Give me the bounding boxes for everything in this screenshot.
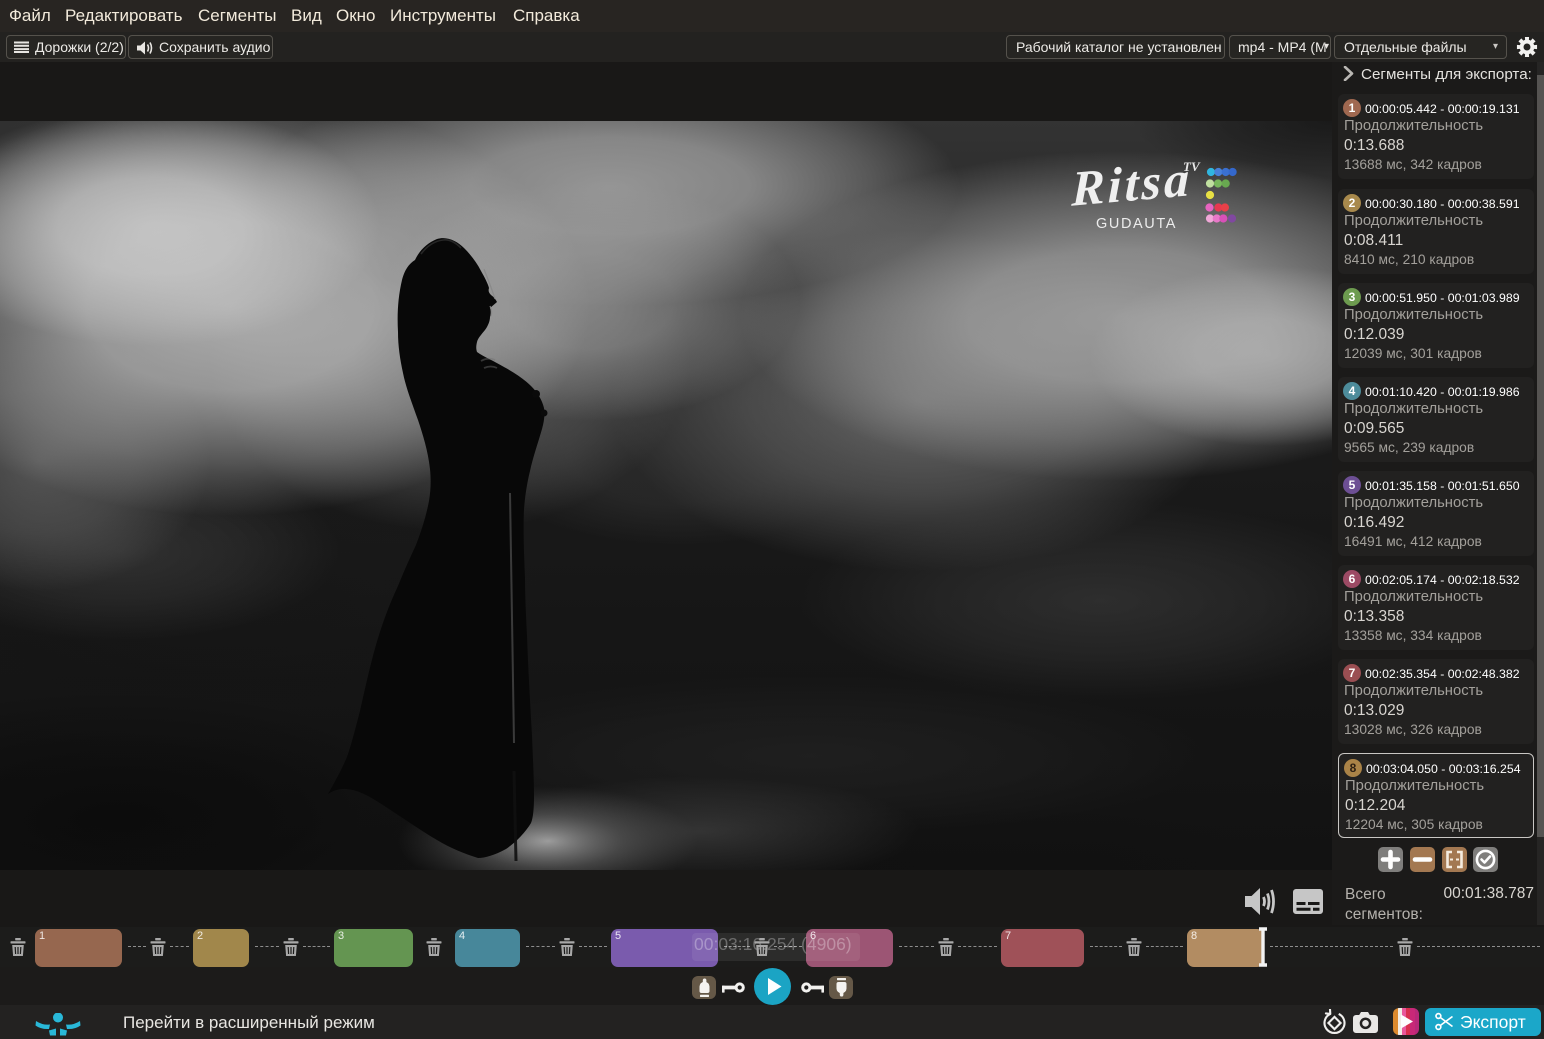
svg-text:Ritsa: Ritsa: [1070, 150, 1190, 217]
svg-text:GUDAUTA: GUDAUTA: [1096, 216, 1177, 232]
svg-text:TV: TV: [1183, 159, 1201, 174]
